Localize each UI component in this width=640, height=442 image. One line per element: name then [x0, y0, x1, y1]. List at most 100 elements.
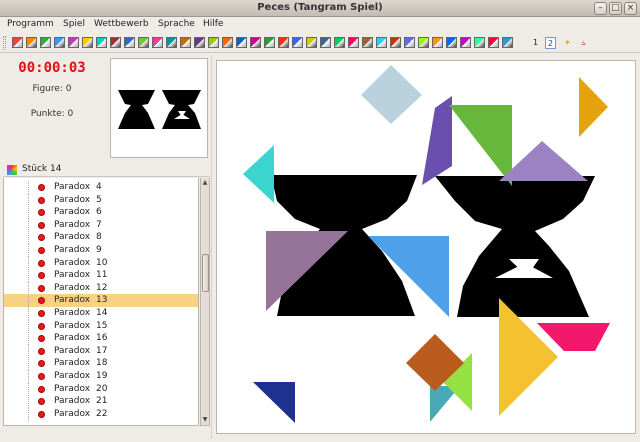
toolbar-figure-icon[interactable] [208, 37, 219, 48]
piece-purple-parallelogram[interactable] [422, 96, 452, 185]
toolbar-figure-icon[interactable] [264, 37, 275, 48]
toolbar-figure-icon[interactable] [404, 37, 415, 48]
toolbar-figure-icon[interactable] [82, 37, 93, 48]
tree-item[interactable]: Paradox 13 [4, 294, 198, 308]
figure-tree[interactable]: Paradox 4 Paradox 5 Paradox 6 Paradox 7 Paradox 8… [3, 178, 199, 426]
tree-item[interactable]: Paradox 6 [4, 206, 198, 220]
toolbar-figure-icon[interactable] [110, 37, 121, 48]
tree-connector [28, 332, 29, 346]
tree-connector [28, 218, 29, 232]
tree-item[interactable]: Paradox 21 [4, 395, 198, 409]
triangle-icon[interactable]: ▵ [578, 37, 589, 49]
toolbar-level-1-button[interactable]: 1 [530, 37, 541, 49]
toolbar-figure-icon[interactable] [180, 37, 191, 48]
toolbar-figure-icon[interactable] [278, 37, 289, 48]
tree-item[interactable]: Paradox 11 [4, 269, 198, 283]
game-board[interactable] [216, 60, 636, 434]
toolbar-figure-icon[interactable] [320, 37, 331, 48]
scroll-down-arrow-icon[interactable]: ▼ [201, 416, 209, 423]
piece-orange-triangle[interactable] [579, 77, 608, 137]
pane-splitter[interactable] [211, 55, 215, 439]
toolbar-figure-icon[interactable] [418, 37, 429, 48]
toolbar-figure-icon[interactable] [292, 37, 303, 48]
toolbar-figure-icon[interactable] [138, 37, 149, 48]
toolbar: 1 2 ✦ ▵ [0, 33, 640, 53]
tree-item[interactable]: Paradox 14 [4, 307, 198, 320]
toolbar-figure-icon[interactable] [152, 37, 163, 48]
toolbar-figure-icon[interactable] [502, 37, 513, 48]
toolbar-figure-icon[interactable] [488, 37, 499, 48]
toolbar-figure-icon[interactable] [306, 37, 317, 48]
toolbar-level-2-button[interactable]: 2 [545, 37, 556, 49]
toolbar-figure-icon[interactable] [432, 37, 443, 48]
figure-dot-icon [38, 196, 45, 204]
tree-item[interactable]: Paradox 18 [4, 357, 198, 371]
menu-programm[interactable]: Programm [7, 19, 54, 29]
puzzle-icon [7, 165, 17, 175]
points-count: Punkte: 0 [30, 109, 74, 119]
toolbar-grip[interactable] [3, 36, 6, 50]
toolbar-figure-icon[interactable] [12, 37, 23, 48]
toolbar-figure-icon[interactable] [124, 37, 135, 48]
toolbar-figure-icon[interactable] [68, 37, 79, 48]
toolbar-figure-icon[interactable] [460, 37, 471, 48]
toolbar-figure-icon[interactable] [446, 37, 457, 48]
tree-item[interactable]: Paradox 4 [4, 181, 198, 194]
tree-item[interactable]: Paradox 5 [4, 193, 198, 207]
tree-item[interactable]: Paradox 7 [4, 218, 198, 232]
tree-item-number: 5 [96, 194, 102, 205]
toolbar-figure-icon[interactable] [236, 37, 247, 48]
toolbar-figure-icon[interactable] [474, 37, 485, 48]
toolbar-figure-icon[interactable] [194, 37, 205, 48]
close-button[interactable]: × [624, 2, 637, 15]
toolbar-figure-icon[interactable] [376, 37, 387, 48]
tree-connector [28, 395, 29, 409]
minimize-button[interactable]: – [594, 2, 607, 15]
menu-hilfe[interactable]: Hilfe [203, 19, 223, 29]
maximize-button[interactable]: □ [609, 2, 622, 15]
menu-sprache[interactable]: Sprache [158, 19, 195, 29]
tree-item[interactable]: Paradox 10 [4, 256, 198, 270]
tree-item[interactable]: Paradox 20 [4, 382, 198, 396]
toolbar-figure-icon[interactable] [222, 37, 233, 48]
tree-item-name: Paradox [54, 320, 91, 331]
toolbar-figure-icon[interactable] [362, 37, 373, 48]
toolbar-figure-icon[interactable] [96, 37, 107, 48]
tree-item[interactable]: Paradox 9 [4, 244, 198, 257]
tree-item[interactable]: Paradox 15 [4, 319, 198, 333]
toolbar-figure-icon[interactable] [250, 37, 261, 48]
piece-light-blue-square[interactable] [361, 65, 422, 124]
piece-pink-parallelogram[interactable] [537, 323, 610, 351]
tangram-board[interactable] [217, 61, 637, 435]
tree-header[interactable]: Stück 14 [3, 163, 210, 177]
toolbar-figure-icon[interactable] [54, 37, 65, 48]
star-icon[interactable]: ✦ [562, 37, 573, 49]
tree-item[interactable]: Paradox 19 [4, 370, 198, 383]
figure-dot-icon [38, 398, 45, 406]
tree-item[interactable]: Paradox 16 [4, 332, 198, 346]
toolbar-figure-icon[interactable] [26, 37, 37, 48]
tree-item[interactable]: Paradox 12 [4, 281, 198, 295]
menu-spiel[interactable]: Spiel [63, 19, 85, 29]
tree-connector [28, 294, 29, 308]
piece-lavender-triangle[interactable] [499, 141, 588, 181]
figure-dot-icon [38, 410, 45, 418]
piece-cyan-triangle[interactable] [243, 145, 274, 203]
toolbar-figure-icon[interactable] [390, 37, 401, 48]
piece-navy-triangle[interactable] [253, 382, 295, 423]
tree-item-number: 15 [96, 320, 108, 331]
menu-wettbewerb[interactable]: Wettbewerb [94, 19, 149, 29]
tree-connector [28, 307, 29, 320]
tree-scrollbar[interactable]: ▲ ▼ [200, 178, 210, 426]
tree-item[interactable]: Paradox 17 [4, 344, 198, 358]
toolbar-figure-icon[interactable] [348, 37, 359, 48]
piece-green-triangle[interactable] [449, 105, 512, 186]
preview-silhouette [118, 90, 201, 129]
toolbar-figure-icon[interactable] [334, 37, 345, 48]
tree-item[interactable]: Paradox 8 [4, 231, 198, 245]
scroll-thumb[interactable] [202, 254, 209, 292]
toolbar-figure-icon[interactable] [166, 37, 177, 48]
toolbar-figure-icon[interactable] [40, 37, 51, 48]
tree-item[interactable]: Paradox 22 [4, 407, 198, 421]
scroll-up-arrow-icon[interactable]: ▲ [201, 179, 209, 186]
